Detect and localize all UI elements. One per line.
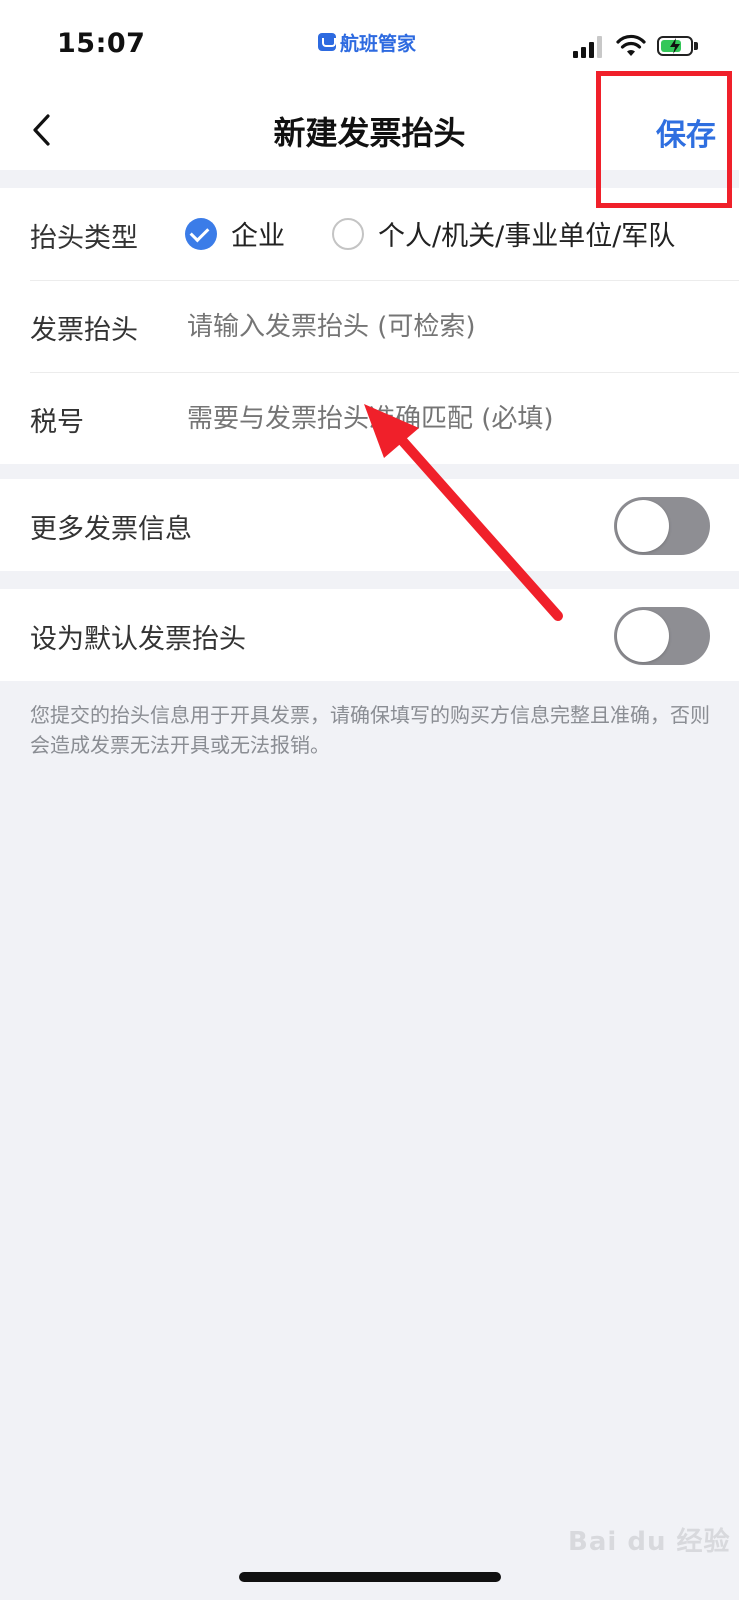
empty-circle-icon bbox=[332, 217, 364, 250]
default-title-toggle[interactable] bbox=[614, 607, 710, 665]
app-name: 航班管家 bbox=[340, 32, 417, 55]
more-info-toggle[interactable] bbox=[614, 497, 710, 555]
default-title-row: 设为默认发票抬头 bbox=[0, 589, 739, 681]
radio-enterprise[interactable]: 企业 bbox=[185, 214, 285, 253]
status-time: 15:07 bbox=[57, 28, 146, 59]
checkmark-circle-icon bbox=[185, 217, 217, 250]
radio-individual[interactable]: 个人/机关/事业单位/军队 bbox=[332, 214, 675, 253]
invoice-title-row: 发票抬头 bbox=[0, 280, 739, 372]
default-title-label: 设为默认发票抬头 bbox=[30, 624, 246, 655]
invoice-form-card: 抬头类型 企业 个人/机关/事业单位/军队 发票抬头 税号 bbox=[0, 188, 739, 464]
watermark: Bai du 经验 bbox=[568, 1527, 731, 1557]
app-tag: 航班管家 bbox=[318, 28, 416, 56]
tax-number-row: 税号 bbox=[0, 372, 739, 464]
default-title-card: 设为默认发票抬头 bbox=[0, 589, 739, 681]
invoice-title-input[interactable] bbox=[185, 308, 729, 346]
more-info-row: 更多发票信息 bbox=[0, 479, 739, 571]
cellular-signal-icon bbox=[573, 36, 607, 58]
more-info-card: 更多发票信息 bbox=[0, 479, 739, 571]
highlight-box bbox=[596, 71, 732, 208]
tax-number-label: 税号 bbox=[30, 407, 84, 438]
radio-enterprise-label: 企业 bbox=[231, 221, 285, 252]
radio-individual-label: 个人/机关/事业单位/军队 bbox=[378, 221, 676, 252]
more-info-label: 更多发票信息 bbox=[30, 514, 192, 545]
disclaimer-note: 您提交的抬头信息用于开具发票，请确保填写的购买方信息完整且准确，否则会造成发票无… bbox=[30, 703, 710, 757]
home-indicator[interactable] bbox=[239, 1572, 501, 1582]
battery-charging-icon bbox=[657, 36, 701, 58]
tax-number-input[interactable] bbox=[185, 400, 729, 438]
invoice-title-label: 发票抬头 bbox=[30, 315, 138, 346]
app-logo-icon bbox=[318, 33, 336, 51]
invoice-type-label: 抬头类型 bbox=[30, 223, 138, 254]
wifi-icon bbox=[616, 34, 646, 56]
